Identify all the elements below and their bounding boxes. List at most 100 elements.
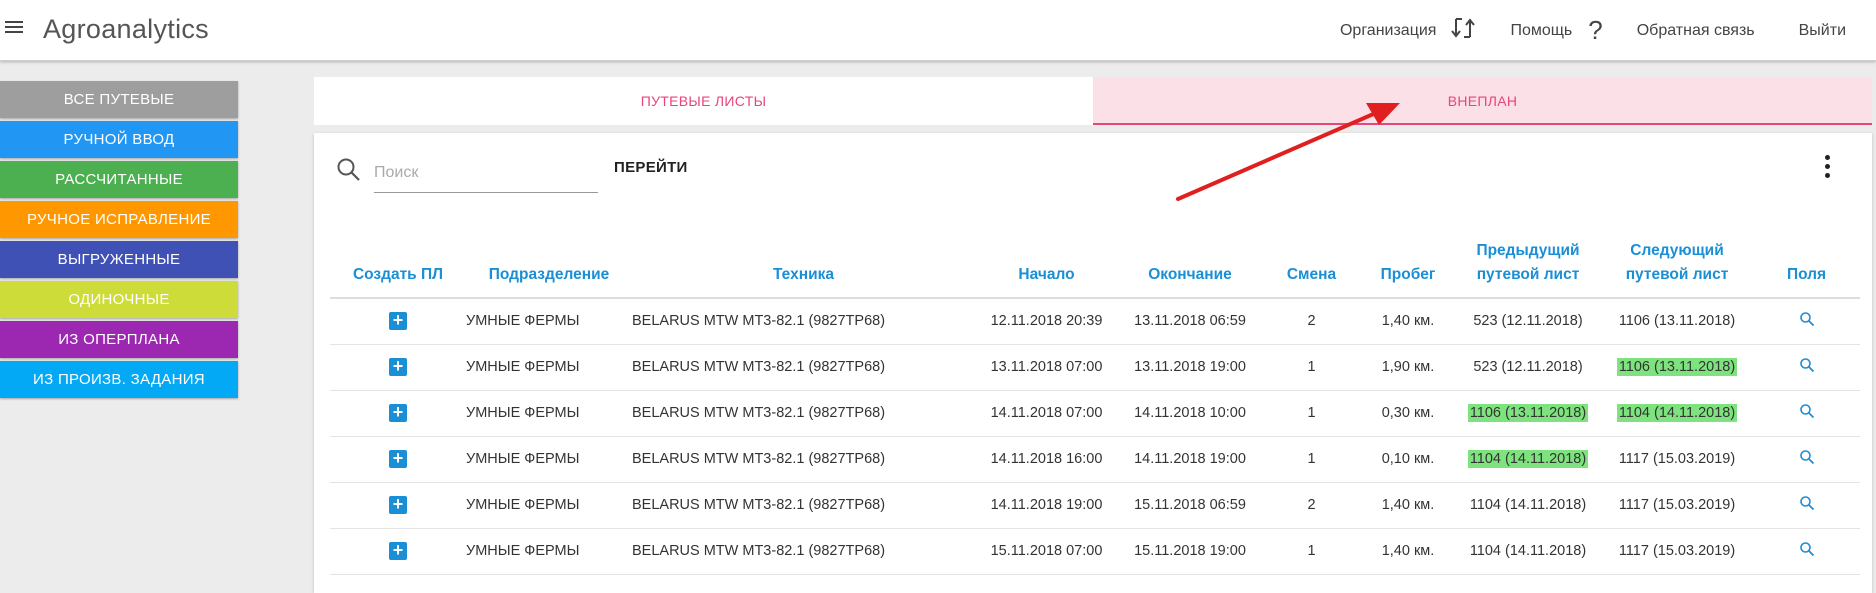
search-icon [336,157,362,183]
previous-waybill-link[interactable]: 523 (12.11.2018) [1473,359,1582,375]
cell-mileage: 0,30 км. [1361,390,1455,437]
cell-end: 13.11.2018 06:59 [1118,298,1262,345]
cell-vehicle: BELARUS MTW MT3-82.1 (9827TP68) [632,528,975,575]
go-button[interactable]: ПЕРЕЙТИ [614,159,688,176]
cell-next: 1117 (15.03.2019) [1601,436,1753,483]
sidebar-item-manual-correction[interactable]: РУЧНОЕ ИСПРАВЛЕНИЕ [0,201,238,238]
fields-search-icon[interactable] [1799,495,1815,511]
more-vert-icon[interactable] [1822,155,1832,185]
cell-start: 14.11.2018 19:00 [975,482,1118,529]
cell-next: 1106 (13.11.2018) [1601,298,1753,345]
next-waybill-link[interactable]: 1117 (15.03.2019) [1619,451,1735,467]
previous-waybill-link[interactable]: 523 (12.11.2018) [1473,313,1582,329]
header-vehicle: Техника [632,233,975,299]
create-waybill-plus-icon[interactable]: + [389,495,407,514]
cell-mileage: 1,90 км. [1361,344,1455,391]
table-row: + УМНЫЕ ФЕРМЫ BELARUS MTW MT3-82.1 (9827… [330,436,1860,483]
cell-mileage: 1,40 км. [1361,298,1455,345]
sidebar-item-all[interactable]: ВСЕ ПУТЕВЫЕ [0,81,238,118]
header-next-waybill: Следующий путевой лист [1601,233,1753,299]
header-end: Окончание [1118,233,1262,299]
header-prev-line2: путевой лист [1476,266,1580,283]
cell-end: 14.11.2018 19:00 [1118,436,1262,483]
cell-previous: 1104 (14.11.2018) [1455,528,1601,575]
next-waybill-link-highlighted[interactable]: 1106 (13.11.2018) [1616,358,1738,376]
cell-vehicle: BELARUS MTW MT3-82.1 (9827TP68) [632,436,975,483]
fields-search-icon[interactable] [1799,311,1815,327]
cell-vehicle: BELARUS MTW MT3-82.1 (9827TP68) [632,298,975,345]
cell-end: 14.11.2018 10:00 [1118,390,1262,437]
previous-waybill-link[interactable]: 1104 (14.11.2018) [1470,543,1586,559]
header-division: Подразделение [466,233,632,299]
next-waybill-link[interactable]: 1106 (13.11.2018) [1619,313,1735,329]
previous-waybill-link-highlighted[interactable]: 1106 (13.11.2018) [1467,404,1589,422]
previous-waybill-link[interactable]: 1104 (14.11.2018) [1470,497,1586,513]
cell-start: 14.11.2018 07:00 [975,390,1118,437]
cell-next: 1106 (13.11.2018) [1601,344,1753,391]
header-create: Создать ПЛ [330,233,466,299]
cell-start: 14.11.2018 16:00 [975,436,1118,483]
table-row: + УМНЫЕ ФЕРМЫ BELARUS MTW MT3-82.1 (9827… [330,344,1860,391]
header-prev-line1: Предыдущий [1476,242,1580,259]
cell-end: 15.11.2018 19:00 [1118,528,1262,575]
create-waybill-plus-icon[interactable]: + [389,403,407,422]
cell-next: 1117 (15.03.2019) [1601,528,1753,575]
cell-shift: 1 [1262,528,1361,575]
sidebar-item-single[interactable]: ОДИНОЧНЫЕ [0,281,238,318]
sidebar-item-from-production-task[interactable]: ИЗ ПРОИЗВ. ЗАДАНИЯ [0,361,238,398]
help-icon[interactable]: ? [1588,15,1602,46]
header-previous-waybill: Предыдущий путевой лист [1455,233,1601,299]
tab-unplanned[interactable]: ВНЕПЛАН [1093,77,1872,125]
cell-previous: 1106 (13.11.2018) [1455,390,1601,437]
fields-search-icon[interactable] [1799,449,1815,465]
app-title: Agroanalytics [43,14,209,44]
cell-division: УМНЫЕ ФЕРМЫ [466,390,632,437]
cell-previous: 523 (12.11.2018) [1455,298,1601,345]
table-header-row: Создать ПЛ Подразделение Техника Начало … [330,233,1860,299]
nav-feedback[interactable]: Обратная связь [1637,22,1755,40]
cell-end: 15.11.2018 06:59 [1118,482,1262,529]
nav-organization[interactable]: Организация [1340,22,1437,40]
table-row: + УМНЫЕ ФЕРМЫ BELARUS MTW MT3-82.1 (9827… [330,390,1860,437]
previous-waybill-link-highlighted[interactable]: 1104 (14.11.2018) [1467,450,1589,468]
fields-search-icon[interactable] [1799,357,1815,373]
cell-division: УМНЫЕ ФЕРМЫ [466,528,632,575]
hamburger-menu-icon[interactable] [5,21,23,35]
sidebar-item-calculated[interactable]: РАССЧИТАННЫЕ [0,161,238,198]
header-shift: Смена [1262,233,1361,299]
top-nav: Организация Помощь ? Обратная связь Выйт… [1340,0,1876,61]
cell-mileage: 1,40 км. [1361,528,1455,575]
top-bar: Agroanalytics Организация Помощь ? Обрат… [0,0,1876,61]
create-waybill-plus-icon[interactable]: + [389,311,407,331]
table-row: + УМНЫЕ ФЕРМЫ BELARUS MTW MT3-82.1 (9827… [330,482,1860,529]
tab-waybills[interactable]: ПУТЕВЫЕ ЛИСТЫ [314,77,1093,125]
cell-start: 12.11.2018 20:39 [975,298,1118,345]
table-row: + УМНЫЕ ФЕРМЫ BELARUS MTW MT3-82.1 (9827… [330,298,1860,345]
next-waybill-link[interactable]: 1117 (15.03.2019) [1619,497,1735,513]
create-waybill-plus-icon[interactable]: + [389,357,407,376]
cell-division: УМНЫЕ ФЕРМЫ [466,344,632,391]
table-row: + УМНЫЕ ФЕРМЫ BELARUS MTW MT3-82.1 (9827… [330,528,1860,575]
sidebar-item-manual-input[interactable]: РУЧНОЙ ВВОД [0,121,238,158]
sidebar-item-from-operplan[interactable]: ИЗ ОПЕРПЛАНА [0,321,238,358]
search-input[interactable] [374,153,598,193]
fields-search-icon[interactable] [1799,403,1815,419]
cell-shift: 1 [1262,436,1361,483]
header-next-line2: путевой лист [1625,266,1729,283]
cell-previous: 1104 (14.11.2018) [1455,436,1601,483]
next-waybill-link[interactable]: 1117 (15.03.2019) [1619,543,1735,559]
next-waybill-link-highlighted[interactable]: 1104 (14.11.2018) [1616,404,1738,422]
nav-logout[interactable]: Выйти [1799,22,1846,40]
cell-division: УМНЫЕ ФЕРМЫ [466,482,632,529]
create-waybill-plus-icon[interactable]: + [389,541,407,560]
cell-previous: 1104 (14.11.2018) [1455,482,1601,529]
cell-division: УМНЫЕ ФЕРМЫ [466,436,632,483]
cell-previous: 523 (12.11.2018) [1455,344,1601,391]
cell-start: 13.11.2018 07:00 [975,344,1118,391]
switch-organization-icon[interactable] [1450,16,1476,46]
sidebar-item-exported[interactable]: ВЫГРУЖЕННЫЕ [0,241,238,278]
tab-bar: ПУТЕВЫЕ ЛИСТЫ ВНЕПЛАН [314,77,1872,125]
create-waybill-plus-icon[interactable]: + [389,449,407,468]
fields-search-icon[interactable] [1799,541,1815,557]
nav-help[interactable]: Помощь [1510,22,1572,40]
